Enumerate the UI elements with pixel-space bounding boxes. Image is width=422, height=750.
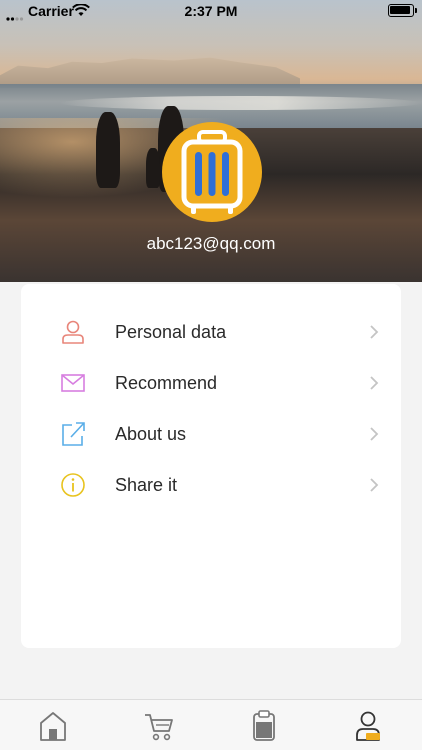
person-icon (62, 320, 84, 344)
info-icon (61, 473, 85, 497)
profile-icon[interactable] (354, 710, 384, 742)
chevron-right-icon (370, 325, 379, 339)
user-email: abc123@qq.com (146, 234, 276, 253)
wave-foam (60, 96, 422, 110)
suitcase-icon (181, 130, 243, 214)
menu-item-label: About us (115, 424, 187, 444)
envelope-icon (61, 374, 85, 392)
tab-bar (0, 699, 422, 750)
chevron-right-icon (370, 427, 379, 441)
silhouette-child (146, 148, 160, 188)
clipboard-icon[interactable] (249, 710, 279, 742)
menu-item-recommend[interactable]: Recommend (21, 357, 401, 408)
silhouette-adult (96, 112, 120, 188)
home-icon[interactable] (38, 710, 68, 742)
menu-item-about-us[interactable]: About us (21, 408, 401, 459)
share-out-icon (62, 422, 85, 446)
menu-item-label: Personal data (115, 322, 227, 342)
menu-item-label: Recommend (115, 373, 218, 393)
cart-icon[interactable] (144, 710, 174, 742)
status-bar: Carrier 2:37 PM (0, 0, 422, 22)
menu-item-personal-data[interactable]: Personal data (21, 306, 401, 357)
avatar[interactable] (162, 122, 262, 222)
battery-icon (388, 4, 414, 17)
menu-card: Personal data Recommend About us Share i… (21, 284, 401, 648)
status-time: 2:37 PM (184, 3, 238, 19)
menu-item-share-it[interactable]: Share it (21, 459, 401, 510)
battery-tip (415, 8, 417, 13)
menu-item-label: Share it (115, 475, 178, 495)
chevron-right-icon (370, 478, 379, 492)
chevron-right-icon (370, 376, 379, 390)
